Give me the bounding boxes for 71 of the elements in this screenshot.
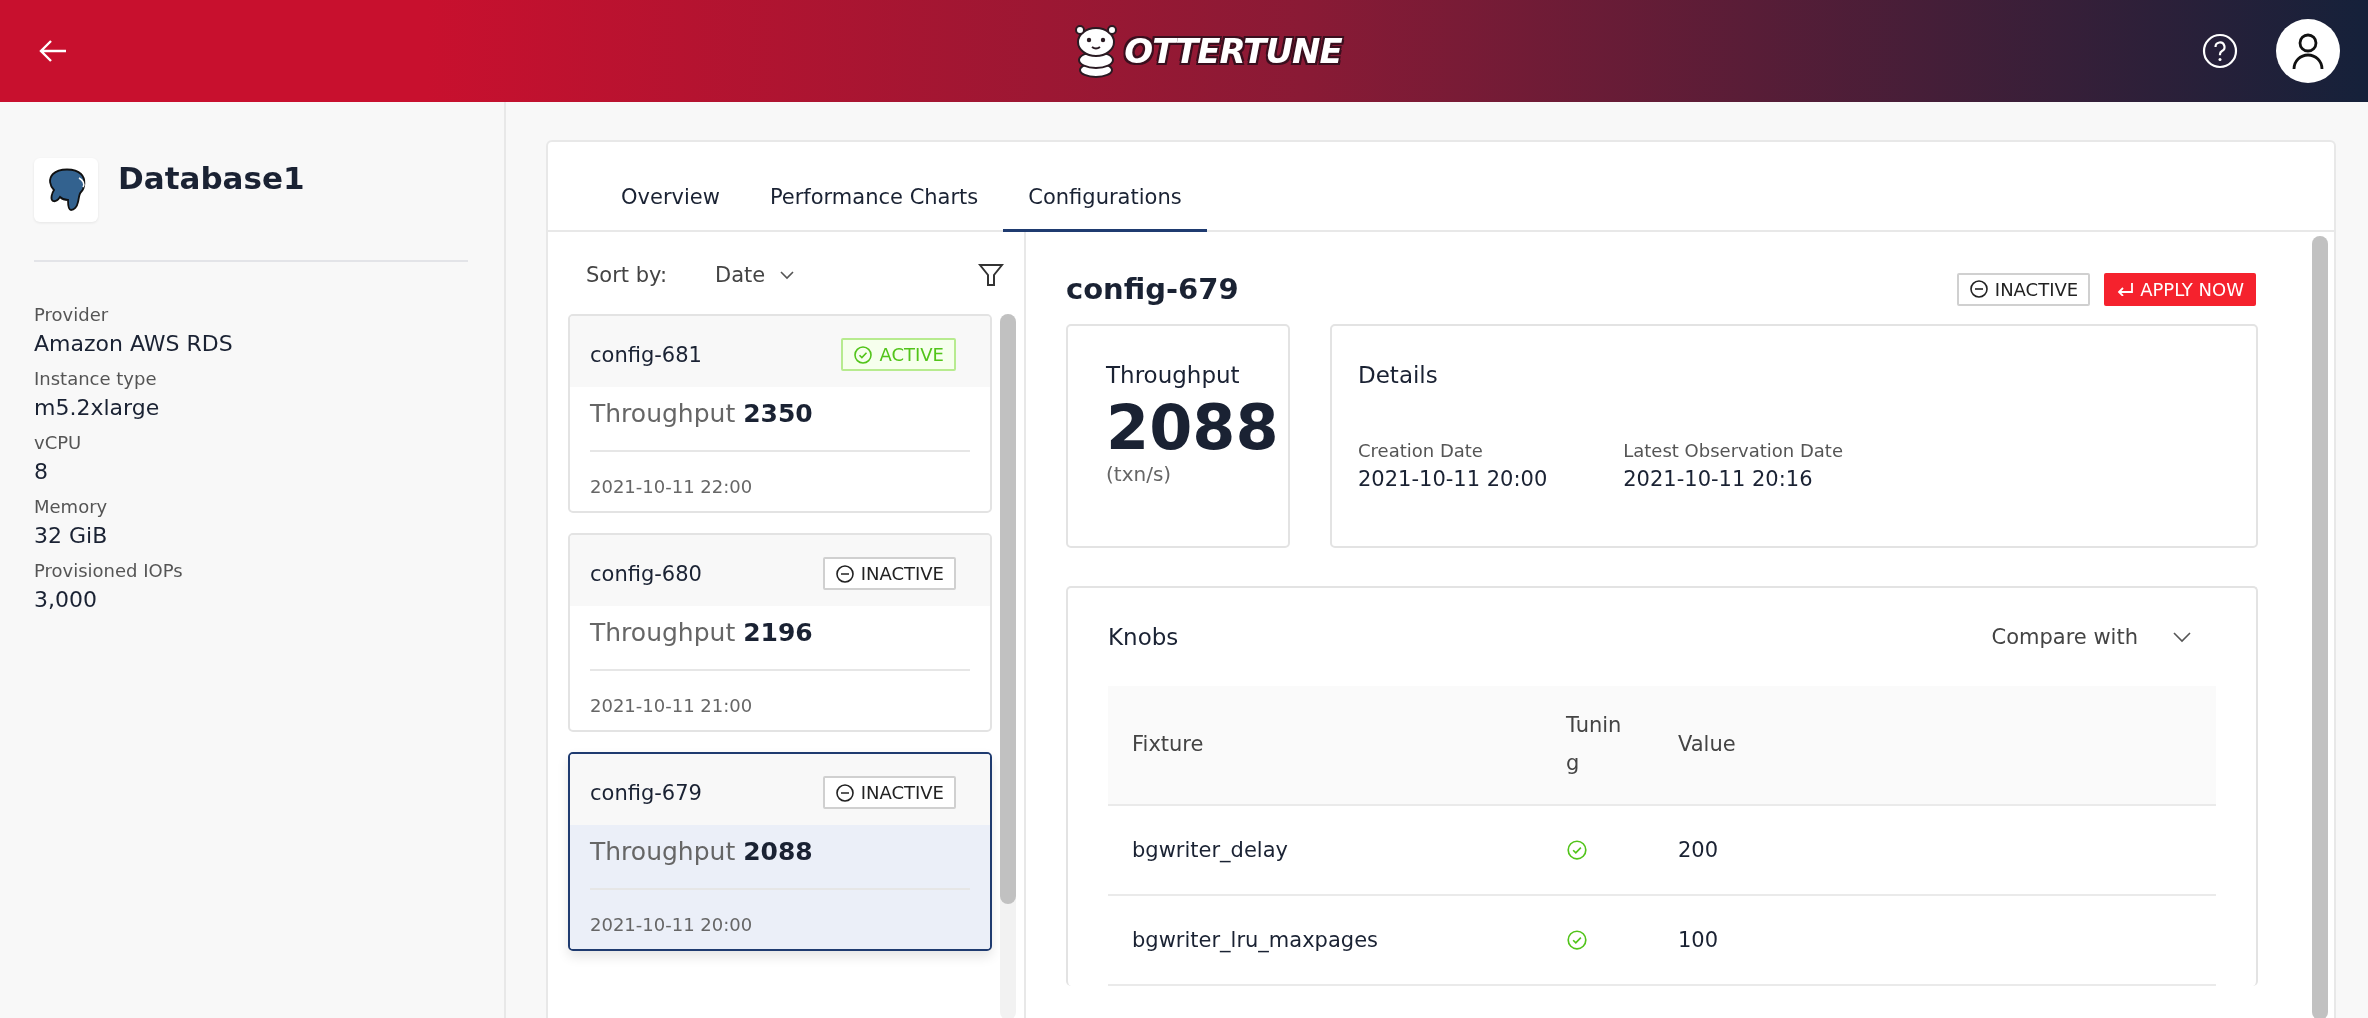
sort-label: Sort by: — [586, 263, 668, 287]
property-label: Instance type — [34, 368, 158, 389]
config-card[interactable]: config-681 ACTIVE Throughput 2350 2021-10-11 22:00 — [568, 314, 992, 513]
enter-arrow-icon — [2116, 282, 2135, 296]
field-label: Latest Observation Date — [1623, 440, 1843, 461]
database-name: Database1 — [118, 160, 305, 196]
otter-logo-icon — [1074, 24, 1119, 78]
minus-circle-icon — [834, 563, 855, 584]
property-label: Provider — [34, 304, 110, 325]
help-icon — [2202, 33, 2238, 69]
panel-title: Throughput — [1106, 362, 1240, 388]
panel-title: Knobs — [1108, 624, 1179, 650]
config-date: 2021-10-11 22:00 — [590, 476, 754, 497]
metric-label: Throughput — [590, 837, 736, 866]
column-header: Fixture — [1131, 731, 1205, 759]
table-cell-text: 200 — [1677, 838, 1720, 862]
config-name: config-680 — [590, 561, 702, 586]
panel-title: Details — [1358, 362, 1438, 388]
status-badge: INACTIVE — [822, 557, 956, 590]
property-label: Provisioned IOPs — [34, 560, 184, 581]
chevron-down-icon — [779, 270, 796, 280]
throughput-unit: (txn/s) — [1106, 462, 1172, 487]
status-badge: INACTIVE — [1956, 272, 2091, 306]
metric-value: 2350 — [743, 399, 813, 428]
property-label: vCPU — [34, 432, 83, 453]
property-label: Memory — [34, 496, 109, 517]
scrollbar[interactable] — [1000, 314, 1016, 1018]
field-value: 2021-10-11 20:00 — [1358, 467, 1548, 491]
back-arrow-icon — [38, 38, 68, 64]
minus-circle-icon — [1968, 279, 1989, 299]
property-value: 3,000 — [34, 587, 98, 612]
scrollbar[interactable] — [2312, 236, 2328, 1018]
property-value: 8 — [34, 459, 49, 484]
property-value: 32 GiB — [34, 523, 109, 548]
field-label: Creation Date — [1358, 440, 1484, 461]
chevron-down-icon — [2172, 631, 2192, 643]
tab[interactable]: Overview — [596, 185, 745, 232]
column-header: Tuning — [1565, 712, 1623, 777]
config-card[interactable]: config-679 INACTIVE Throughput 2088 2021-10-11 20:00 — [568, 752, 992, 951]
status-badge: INACTIVE — [822, 776, 956, 809]
metric-value: 2196 — [743, 618, 813, 647]
config-name: config-681 — [590, 342, 702, 367]
table-cell-text: 100 — [1677, 928, 1720, 952]
apply-now-button[interactable]: APPLY NOW — [2104, 272, 2256, 306]
property-value: m5.2xlarge — [34, 395, 161, 420]
config-date: 2021-10-11 21:00 — [590, 695, 754, 716]
user-icon — [2291, 32, 2325, 70]
metric-value: 2088 — [743, 837, 813, 866]
config-card[interactable]: config-680 INACTIVE Throughput 2196 2021-10-11 21:00 — [568, 533, 992, 732]
check-circle-icon — [853, 344, 874, 365]
config-name: config-679 — [590, 780, 702, 805]
help-button[interactable] — [2202, 33, 2238, 69]
field-value: 2021-10-11 20:16 — [1623, 467, 1814, 491]
tab[interactable]: Configurations — [1003, 185, 1207, 232]
config-date: 2021-10-11 20:00 — [590, 914, 754, 935]
property-value: Amazon AWS RDS — [34, 331, 234, 356]
tab[interactable]: Performance Charts — [744, 185, 1004, 232]
compare-dropdown[interactable]: Compare with — [1991, 625, 2192, 649]
filter-button[interactable] — [978, 262, 1004, 288]
config-title: config-679 — [1066, 272, 1239, 306]
table-cell-text: bgwriter_delay — [1131, 838, 1289, 862]
filter-icon — [978, 262, 1004, 288]
minus-circle-icon — [834, 782, 855, 803]
status-badge: ACTIVE — [841, 338, 956, 371]
metric-label: Throughput — [590, 399, 736, 428]
column-header: Value — [1677, 731, 1737, 759]
sort-dropdown[interactable]: Date — [715, 263, 796, 287]
table-cell-text: bgwriter_lru_maxpages — [1131, 928, 1379, 952]
logo-wordmark: OTTERTUNE — [1124, 31, 1342, 71]
throughput-value: 2088 — [1106, 394, 1279, 463]
metric-label: Throughput — [590, 618, 736, 647]
